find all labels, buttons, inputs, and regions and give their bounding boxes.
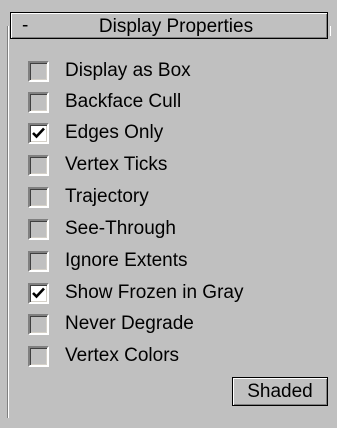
- option-trajectory[interactable]: Trajectory: [28, 184, 149, 210]
- display-properties-panel: - Display Properties Display as Box Back…: [0, 0, 337, 428]
- option-never-degrade[interactable]: Never Degrade: [28, 311, 194, 337]
- trajectory-checkbox[interactable]: [28, 186, 49, 208]
- option-label: Trajectory: [65, 186, 149, 207]
- option-see-through[interactable]: See-Through: [28, 216, 176, 242]
- option-backface-cull[interactable]: Backface Cull: [28, 89, 181, 115]
- rollout-frame: [7, 26, 8, 418]
- option-label: Ignore Extents: [65, 250, 188, 271]
- option-label: Vertex Ticks: [65, 154, 168, 175]
- rollout-title: Display Properties: [98, 16, 254, 37]
- option-vertex-ticks[interactable]: Vertex Ticks: [28, 152, 167, 178]
- option-vertex-colors[interactable]: Vertex Colors: [28, 343, 179, 369]
- ignore-extents-checkbox[interactable]: [28, 250, 49, 272]
- vertex-colors-checkbox[interactable]: [28, 345, 49, 367]
- option-display-as-box[interactable]: Display as Box: [28, 58, 191, 84]
- option-label: Show Frozen in Gray: [65, 282, 244, 303]
- display-as-box-checkbox[interactable]: [28, 60, 49, 82]
- rollout-header[interactable]: - Display Properties: [10, 12, 328, 39]
- option-label: Vertex Colors: [65, 345, 180, 366]
- see-through-checkbox[interactable]: [28, 218, 49, 240]
- option-label: Never Degrade: [65, 313, 194, 334]
- option-ignore-extents[interactable]: Ignore Extents: [28, 248, 188, 274]
- vertex-ticks-checkbox[interactable]: [28, 154, 49, 176]
- checkmark-icon: [32, 287, 45, 298]
- shaded-button[interactable]: Shaded: [232, 377, 328, 406]
- show-frozen-in-gray-checkbox[interactable]: [28, 282, 49, 304]
- option-label: Display as Box: [65, 60, 191, 81]
- edges-only-checkbox[interactable]: [28, 122, 49, 144]
- option-show-frozen-in-gray[interactable]: Show Frozen in Gray: [28, 280, 243, 306]
- never-degrade-checkbox[interactable]: [28, 313, 49, 335]
- checkmark-icon: [32, 127, 45, 138]
- rollout-frame-right: [330, 26, 331, 36]
- option-label: Edges Only: [65, 122, 164, 143]
- option-label: See-Through: [65, 218, 176, 239]
- option-label: Backface Cull: [65, 91, 182, 112]
- option-edges-only[interactable]: Edges Only: [28, 120, 163, 146]
- backface-cull-checkbox[interactable]: [28, 91, 49, 113]
